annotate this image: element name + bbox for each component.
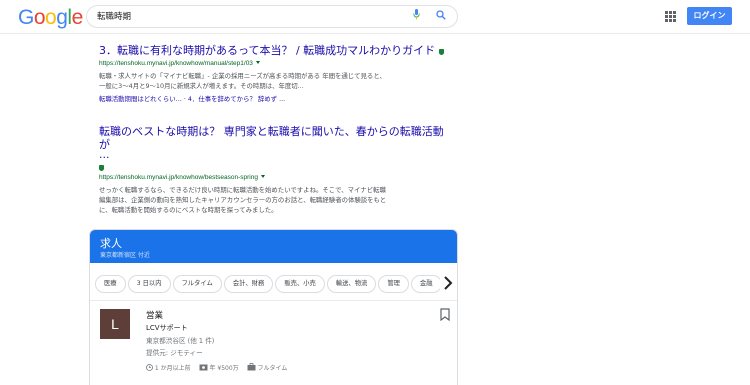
filter-chip[interactable]: 輸送、物流 bbox=[326, 275, 377, 293]
result-url-text[interactable]: https://tenshoku.mynavi.jp/knowhow/bests… bbox=[99, 174, 258, 181]
result-url-text[interactable]: https://tenshoku.mynavi.jp/knowhow/manua… bbox=[99, 60, 253, 67]
job-source: 提供元: ジモティー bbox=[146, 349, 203, 357]
briefcase-icon bbox=[247, 363, 256, 371]
jobs-title: 求人 bbox=[100, 237, 122, 250]
filter-chip[interactable]: フルタイム bbox=[172, 275, 222, 293]
result-url[interactable]: https://tenshoku.mynavi.jp/knowhow/bests… bbox=[99, 173, 447, 182]
logo-letter: o bbox=[45, 6, 57, 29]
result-title[interactable]: 転職のベストな時期は？ 専門家と転職者に聞いた、春からの転職活動が bbox=[99, 125, 447, 151]
snippet-line: 転職・求人サイトの「マイナビ転職」- 企業の採用ニーズが高まる時期がある 年間を… bbox=[99, 72, 386, 80]
job-filter-chips: 医療 3 日以内 フルタイム 会計、財務 販売、小売 輸送、物流 管理 金融 bbox=[95, 272, 450, 294]
google-logo[interactable]: Google bbox=[18, 6, 83, 30]
search-result: 3．転職に有利な時期があるって本当？ / 転職成功マルわかりガイド https:… bbox=[99, 44, 447, 104]
result-title[interactable]: 3．転職に有利な時期があるって本当？ / 転職成功マルわかりガイド bbox=[99, 44, 435, 57]
search-icon[interactable] bbox=[436, 10, 446, 20]
filter-chip[interactable]: 金融 bbox=[410, 275, 442, 293]
top-bar: Google ログイン bbox=[0, 0, 750, 34]
result-snippet: せっかく転職するなら、できるだけ良い時期に転職活動を始めたいですよね。そこで、マ… bbox=[99, 185, 447, 215]
result-snippet: 転職・求人サイトの「マイナビ転職」- 企業の採用ニーズが高まる時期がある 年間を… bbox=[99, 71, 447, 91]
result-title-link[interactable]: 3．転職に有利な時期があるって本当？ / 転職成功マルわかりガイド bbox=[99, 44, 447, 57]
filter-chip[interactable]: 3 日以内 bbox=[127, 275, 171, 293]
logo-letter: e bbox=[71, 6, 84, 29]
job-company: LCVサポート bbox=[146, 324, 188, 332]
job-location: 東京都渋谷区 (他 1 件) bbox=[146, 337, 215, 345]
result-title-continuation[interactable]: ... bbox=[99, 149, 447, 160]
company-avatar: L bbox=[100, 309, 130, 339]
chevron-down-icon[interactable] bbox=[255, 61, 260, 64]
search-box[interactable] bbox=[86, 5, 458, 28]
jobs-card: 求人 東京都新宿区 付近 医療 3 日以内 フルタイム 会計、財務 販売、小売 輸送、物流… bbox=[89, 229, 458, 385]
result-title-link[interactable]: 転職のベストな時期は？ 専門家と転職者に聞いた、春からの転職活動が ... bbox=[99, 125, 447, 160]
job-type: フルタイム bbox=[257, 365, 288, 372]
snippet-line: せっかく転職するなら、できるだけ良い時期に転職活動を始めたいですよね。そこで、マ… bbox=[99, 186, 386, 194]
logo-letter: o bbox=[33, 6, 46, 29]
login-button[interactable]: ログイン bbox=[687, 7, 732, 25]
logo-letter: g bbox=[56, 6, 68, 29]
filter-chip[interactable]: 医療 bbox=[95, 275, 126, 293]
jobs-header[interactable]: 求人 東京都新宿区 付近 bbox=[90, 230, 457, 263]
job-salary: 年 ¥500万 bbox=[209, 365, 239, 372]
job-meta: 1 か月以上前 年 ¥500万 フルタイム bbox=[146, 363, 293, 372]
verified-shield-icon bbox=[438, 49, 444, 55]
logo-letter: G bbox=[18, 6, 34, 29]
result-url[interactable]: https://tenshoku.mynavi.jp/knowhow/manua… bbox=[99, 59, 447, 68]
verified-shield-icon bbox=[99, 165, 104, 171]
job-title[interactable]: 営業 bbox=[146, 309, 163, 321]
job-posted: 1 か月以上前 bbox=[154, 365, 191, 372]
snippet-line: に、転職活動を開始するのにベストな時期を探ってみました。 bbox=[99, 206, 278, 214]
bookmark-icon[interactable] bbox=[440, 308, 450, 321]
clock-icon bbox=[146, 364, 153, 371]
chips-next-button[interactable] bbox=[440, 273, 457, 293]
snippet-line: 編集部は、企業側の動向を熟知したキャリアカウンセラーの方のお話と、転職経験者の体… bbox=[99, 196, 387, 204]
filter-chip[interactable]: 会計、財務 bbox=[223, 275, 274, 293]
search-result: 転職のベストな時期は？ 専門家と転職者に聞いた、春からの転職活動が ... ht… bbox=[99, 125, 447, 215]
filter-chip[interactable]: 管理 bbox=[378, 275, 409, 293]
chevron-down-icon[interactable] bbox=[260, 175, 265, 178]
apps-icon[interactable] bbox=[665, 11, 676, 22]
snippet-line: 一般に3～4月と9～10月に新規求人が増えます。その時期は、年度切... bbox=[99, 82, 304, 90]
mic-icon[interactable] bbox=[413, 9, 420, 20]
result-sitelinks[interactable]: 転職活動期間はどれくらい... · 4．仕事を辞めてから？ 辞めず ... bbox=[99, 94, 447, 104]
jobs-location-subtitle: 東京都新宿区 付近 bbox=[100, 252, 150, 259]
chevron-right-icon[interactable] bbox=[443, 276, 453, 290]
money-icon bbox=[199, 364, 208, 371]
search-input[interactable] bbox=[97, 6, 397, 27]
filter-chip[interactable]: 販売、小売 bbox=[275, 275, 325, 293]
divider bbox=[90, 300, 457, 301]
